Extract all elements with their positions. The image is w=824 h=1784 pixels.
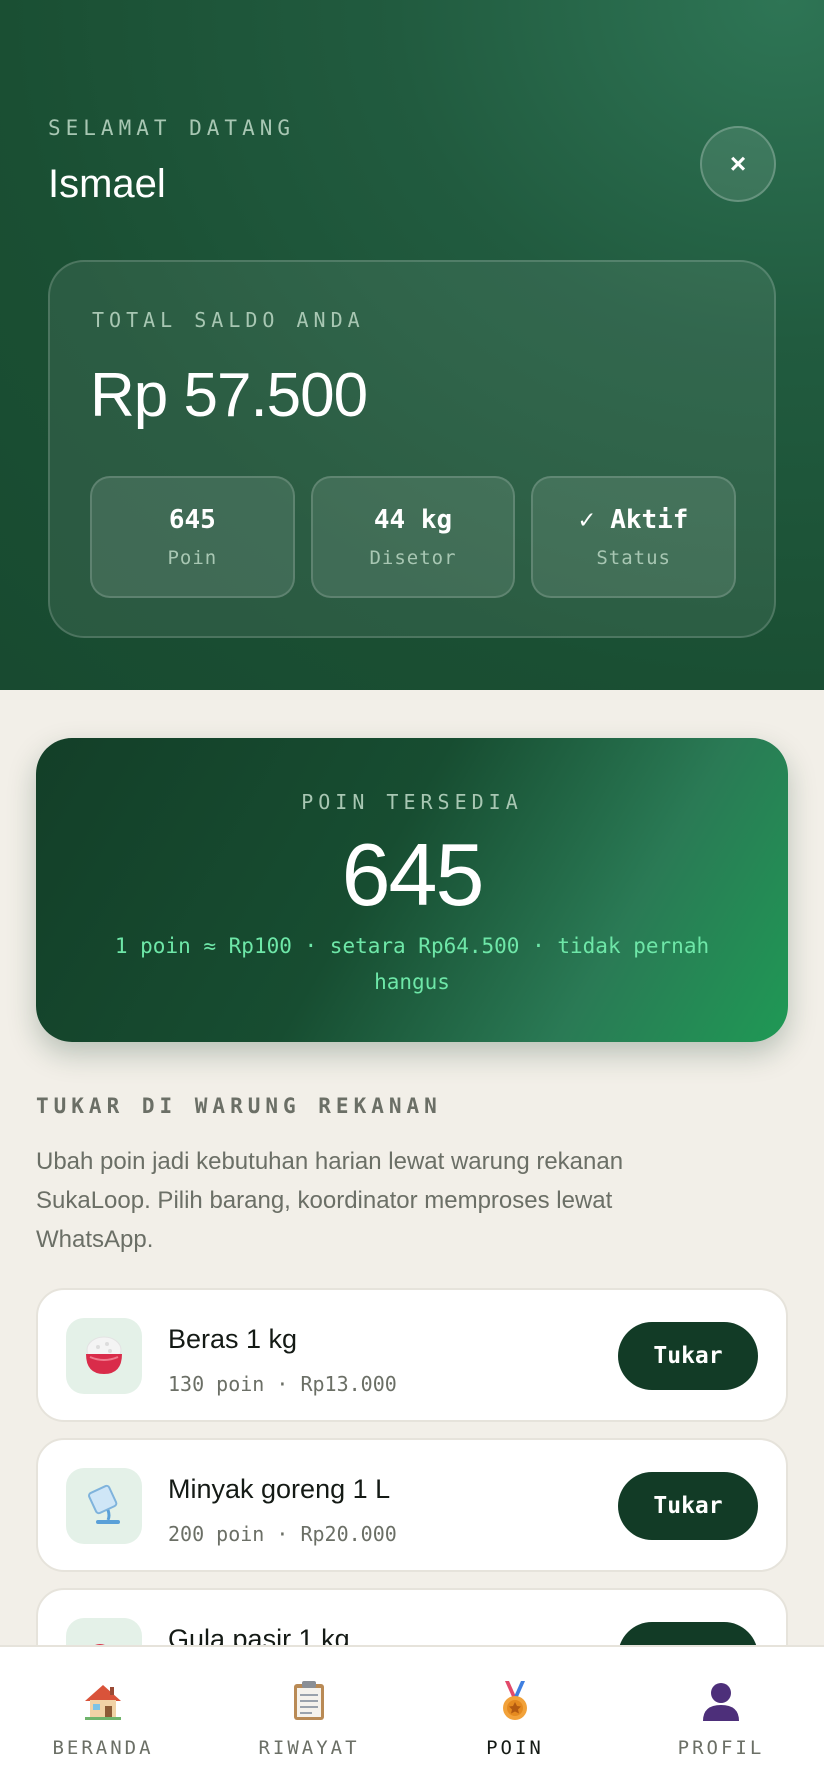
bottom-nav: BERANDA RIWAYAT POIN PROFIL [0, 1645, 824, 1784]
item-name: Beras 1 kg [168, 1324, 298, 1354]
close-button[interactable]: × [700, 126, 776, 202]
nav-item-riwayat[interactable]: RIWAYAT [206, 1647, 412, 1784]
stat-value: ✓ Aktif [578, 505, 689, 535]
stats-row: 645 Poin 44 kg Disetor ✓ Aktif Status [90, 476, 737, 598]
stat-points: 645 Poin [90, 476, 295, 598]
house-icon [85, 1685, 121, 1720]
redeem-section-title: TUKAR DI WARUNG REKANAN [36, 1094, 442, 1118]
item-meta: 200 poin · Rp20.000 [168, 1522, 397, 1546]
stat-value: 645 [168, 505, 216, 535]
header: SELAMAT DATANG Ismael × TOTAL SALDO ANDA… [0, 0, 824, 690]
balance-value: Rp 57.500 [90, 361, 368, 430]
stat-deposited: 44 kg Disetor [310, 476, 516, 598]
clipboard-icon [294, 1681, 324, 1720]
redeem-item-oil: Minyak goreng 1 L 200 poin · Rp20.000 Tu… [36, 1438, 788, 1572]
medal-icon [503, 1681, 527, 1720]
nav-label: BERANDA [52, 1737, 154, 1759]
points-card: POIN TERSEDIA 645 1 poin ≈ Rp100 · setar… [36, 738, 788, 1042]
redeem-section-description: Ubah poin jadi kebutuhan harian lewat wa… [36, 1148, 624, 1253]
stat-label: Poin [167, 547, 218, 569]
balance-card: TOTAL SALDO ANDA Rp 57.500 645 Poin 44 k… [48, 260, 776, 638]
points-value: 645 [341, 825, 485, 924]
item-name: Minyak goreng 1 L [168, 1474, 391, 1504]
username: Ismael [48, 162, 166, 206]
oil-pour-icon [66, 1468, 142, 1544]
welcome-label: SELAMAT DATANG [48, 116, 296, 140]
redeem-item-rice: Beras 1 kg 130 poin · Rp13.000 Tukar [36, 1288, 788, 1422]
nav-label: PROFIL [677, 1737, 765, 1759]
stat-value: 44 kg [373, 505, 453, 535]
balance-label: TOTAL SALDO ANDA [92, 308, 365, 332]
item-meta: 130 poin · Rp13.000 [168, 1372, 397, 1396]
points-label: POIN TERSEDIA [301, 790, 523, 814]
rice-bowl-icon [66, 1318, 142, 1394]
nav-item-poin[interactable]: POIN [412, 1647, 618, 1784]
stat-status: ✓ Aktif Status [531, 476, 737, 598]
stat-label: Disetor [369, 547, 457, 569]
close-icon: × [729, 148, 747, 179]
redeem-button[interactable]: Tukar [618, 1472, 758, 1540]
nav-item-profil[interactable]: PROFIL [618, 1647, 824, 1784]
nav-label: POIN [486, 1737, 544, 1759]
redeem-button[interactable]: Tukar [618, 1322, 758, 1390]
nav-label: RIWAYAT [258, 1737, 360, 1759]
points-note: 1 poin ≈ Rp100 · setara Rp64.500 · tidak… [114, 934, 710, 994]
stat-label: Status [596, 547, 671, 569]
nav-item-beranda[interactable]: BERANDA [0, 1647, 206, 1784]
person-icon [703, 1683, 739, 1721]
